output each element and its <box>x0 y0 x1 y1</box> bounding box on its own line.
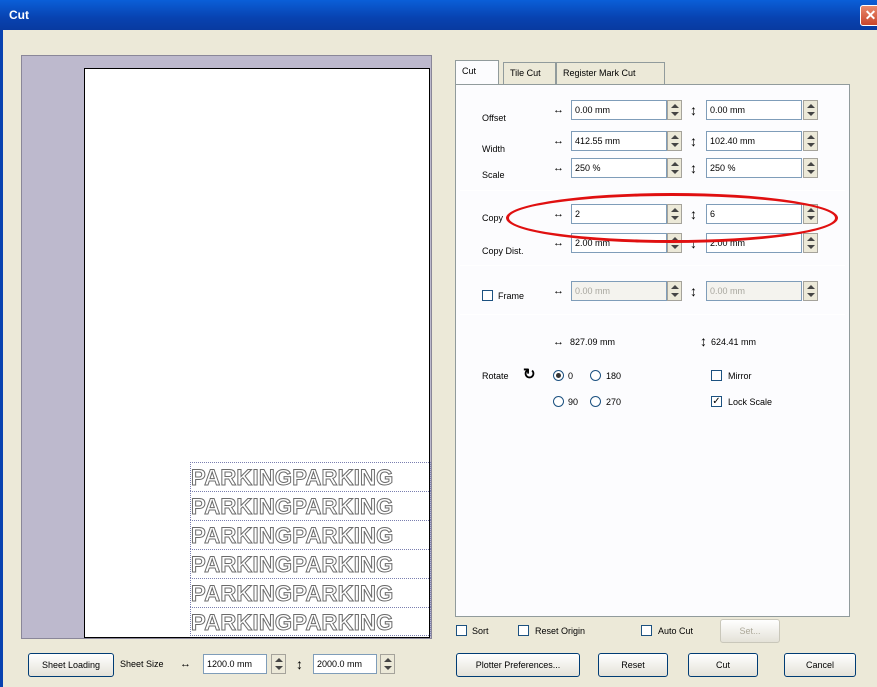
copy-dist-y-spinner[interactable] <box>803 233 818 253</box>
frame-y-field[interactable]: 0.00 mm <box>706 281 802 301</box>
scale-y-spinner[interactable] <box>803 158 818 178</box>
sheet-preview: PARKINGPARKING PARKINGPARKING PARKINGPAR… <box>84 68 431 638</box>
scale-x-field[interactable]: 250 % <box>571 158 667 178</box>
copy-label: Copy <box>482 213 504 223</box>
set-button[interactable]: Set... <box>720 619 780 643</box>
sort-checkbox[interactable] <box>456 625 467 636</box>
width-x-field[interactable]: 412.55 mm <box>571 131 667 151</box>
frame-x-field[interactable]: 0.00 mm <box>571 281 667 301</box>
vertical-arrow-icon: ↕ <box>700 333 707 349</box>
window-title: Cut <box>9 8 29 22</box>
frame-y-spinner[interactable] <box>803 281 818 301</box>
design-row: PARKINGPARKING <box>190 607 431 636</box>
total-height-readout: 624.41 mm <box>711 337 757 347</box>
lock-scale-label: Lock Scale <box>728 397 773 407</box>
rotate-90-label: 90 <box>568 397 579 407</box>
frame-checkbox[interactable] <box>482 290 493 301</box>
window-border <box>0 30 3 687</box>
sheet-height-field[interactable]: 2000.0 mm <box>313 654 377 674</box>
sheet-width-spinner[interactable] <box>271 654 286 674</box>
offset-y-field[interactable]: 0.00 mm <box>706 100 802 120</box>
design-row: PARKINGPARKING <box>190 491 431 520</box>
horizontal-arrow-icon: ↔ <box>553 162 564 174</box>
auto-cut-checkbox[interactable] <box>641 625 652 636</box>
plotter-preferences-button[interactable]: Plotter Preferences... <box>456 653 580 677</box>
design-preview: PARKINGPARKING PARKINGPARKING PARKINGPAR… <box>190 462 431 636</box>
width-label: Width <box>482 144 506 154</box>
scale-x-spinner[interactable] <box>667 158 682 178</box>
width-x-spinner[interactable] <box>667 131 682 151</box>
cut-preview: PARKINGPARKING PARKINGPARKING PARKINGPAR… <box>21 55 432 639</box>
sheet-width-field[interactable]: 1200.0 mm <box>203 654 267 674</box>
rotate-180-label: 180 <box>606 371 622 381</box>
separator <box>460 314 845 315</box>
sheet-size-label: Sheet Size <box>120 659 164 669</box>
offset-x-field[interactable]: 0.00 mm <box>571 100 667 120</box>
offset-label: Offset <box>482 113 506 123</box>
vertical-arrow-icon: ↕ <box>296 656 303 672</box>
width-y-spinner[interactable] <box>803 131 818 151</box>
horizontal-arrow-icon: ↔ <box>553 285 564 297</box>
rotate-180-radio[interactable] <box>590 370 601 381</box>
title-bar: Cut <box>0 0 877 30</box>
close-icon[interactable]: ✕ <box>860 5 877 26</box>
vertical-arrow-icon: ↕ <box>690 283 697 299</box>
separator <box>460 190 845 191</box>
tab-tile-cut[interactable]: Tile Cut <box>503 62 556 84</box>
design-row: PARKINGPARKING <box>190 578 431 607</box>
cancel-button[interactable]: Cancel <box>784 653 856 677</box>
rotate-label: Rotate <box>482 371 509 381</box>
copy-highlight-ellipse <box>506 193 838 243</box>
reset-button[interactable]: Reset <box>598 653 668 677</box>
mirror-label: Mirror <box>728 371 752 381</box>
total-width-readout: 827.09 mm <box>570 337 616 347</box>
rotate-270-radio[interactable] <box>590 396 601 407</box>
cut-button[interactable]: Cut <box>688 653 758 677</box>
lock-scale-checkbox[interactable]: ✓ <box>711 396 722 407</box>
vertical-arrow-icon: ↕ <box>690 133 697 149</box>
horizontal-arrow-icon: ↔ <box>553 237 564 249</box>
rotate-0-radio[interactable] <box>553 370 564 381</box>
horizontal-arrow-icon: ↔ <box>553 135 564 147</box>
scale-label: Scale <box>482 170 505 180</box>
sort-label: Sort <box>472 626 489 636</box>
sheet-loading-button[interactable]: Sheet Loading <box>28 653 114 677</box>
vertical-arrow-icon: ↕ <box>690 160 697 176</box>
copy-dist-label: Copy Dist. <box>482 246 524 256</box>
rotate-0-label: 0 <box>568 371 574 381</box>
rotate-icon: ↻ <box>523 366 536 383</box>
reset-origin-label: Reset Origin <box>535 626 586 636</box>
auto-cut-label: Auto Cut <box>658 626 694 636</box>
mirror-checkbox[interactable] <box>711 370 722 381</box>
tab-register-mark-cut[interactable]: Register Mark Cut <box>556 62 665 84</box>
reset-origin-checkbox[interactable] <box>518 625 529 636</box>
horizontal-arrow-icon: ↔ <box>553 104 564 116</box>
design-row: PARKINGPARKING <box>190 520 431 549</box>
frame-x-spinner[interactable] <box>667 281 682 301</box>
scale-y-field[interactable]: 250 % <box>706 158 802 178</box>
design-row: PARKINGPARKING <box>190 549 431 578</box>
horizontal-arrow-icon: ↔ <box>553 336 564 348</box>
vertical-arrow-icon: ↕ <box>690 102 697 118</box>
design-row: PARKINGPARKING <box>190 462 431 491</box>
horizontal-arrow-icon: ↔ <box>180 658 191 670</box>
offset-y-spinner[interactable] <box>803 100 818 120</box>
rotate-90-radio[interactable] <box>553 396 564 407</box>
separator <box>460 265 845 266</box>
rotate-270-label: 270 <box>606 397 622 407</box>
offset-x-spinner[interactable] <box>667 100 682 120</box>
width-y-field[interactable]: 102.40 mm <box>706 131 802 151</box>
sheet-height-spinner[interactable] <box>380 654 395 674</box>
tab-cut[interactable]: Cut <box>455 60 499 84</box>
frame-label: Frame <box>498 291 525 301</box>
